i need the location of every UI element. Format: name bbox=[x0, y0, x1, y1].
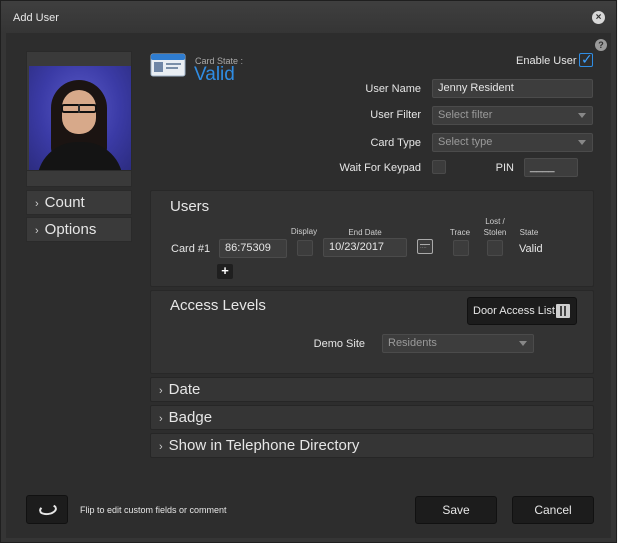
demo-site-label: Demo Site bbox=[313, 338, 365, 350]
section-label: Badge bbox=[168, 409, 213, 426]
user-name-input[interactable]: Jenny Resident bbox=[432, 79, 593, 98]
display-checkbox[interactable] bbox=[297, 240, 313, 256]
sidebar-item-label: Options bbox=[44, 221, 97, 238]
card-state-value: Valid bbox=[194, 64, 235, 85]
flip-rotate-icon bbox=[38, 502, 58, 517]
section-label: Date bbox=[168, 381, 201, 398]
flip-card-button[interactable] bbox=[26, 495, 68, 524]
user-name-label: User Name bbox=[365, 83, 421, 95]
flip-hint-text: Flip to edit custom fields or comment bbox=[80, 505, 227, 515]
card-state-cell: Valid bbox=[519, 243, 543, 255]
demo-site-value: Residents bbox=[388, 337, 437, 349]
door-access-list-label: Door Access List bbox=[473, 305, 555, 317]
trace-checkbox[interactable] bbox=[453, 240, 469, 256]
sidebar-item-count[interactable]: › Count bbox=[26, 190, 132, 215]
close-icon[interactable]: × bbox=[592, 11, 605, 24]
card-number-input[interactable]: 86:75309 bbox=[219, 239, 287, 258]
chevron-right-icon: › bbox=[159, 385, 163, 397]
access-levels-title: Access Levels bbox=[170, 297, 266, 314]
photo-footer bbox=[26, 171, 132, 187]
users-panel-title: Users bbox=[170, 198, 210, 215]
access-levels-panel: Access Levels Door Access List Demo Site… bbox=[150, 290, 594, 374]
cancel-button[interactable]: Cancel bbox=[512, 496, 594, 524]
end-date-column-header: End Date bbox=[348, 228, 382, 237]
user-filter-select[interactable]: Select filter bbox=[432, 106, 593, 125]
lost-stolen-column-header: Lost / Stolen bbox=[483, 217, 507, 237]
chevron-right-icon: › bbox=[35, 198, 39, 210]
door-access-list-button[interactable]: Door Access List bbox=[467, 297, 577, 325]
users-panel: Users Display End Date Trace Lost / Stol… bbox=[150, 190, 594, 287]
dropdown-arrow-icon bbox=[519, 341, 527, 346]
help-icon[interactable]: ? bbox=[595, 39, 607, 51]
demo-site-select[interactable]: Residents bbox=[382, 334, 534, 353]
sidebar-item-label: Count bbox=[44, 194, 85, 211]
calendar-icon[interactable] bbox=[417, 239, 433, 254]
card-type-value: Select type bbox=[438, 136, 493, 148]
save-button[interactable]: Save bbox=[415, 496, 497, 524]
pin-input[interactable]: ____ bbox=[524, 158, 578, 177]
chevron-right-icon: › bbox=[159, 441, 163, 453]
section-label: Show in Telephone Directory bbox=[168, 437, 360, 454]
window-title: Add User bbox=[13, 12, 59, 24]
lost-stolen-checkbox[interactable] bbox=[487, 240, 503, 256]
id-card-icon bbox=[150, 53, 186, 77]
user-photo-frame bbox=[26, 51, 132, 171]
section-badge[interactable]: › Badge bbox=[150, 405, 594, 430]
enable-user-checkbox[interactable]: ✓ bbox=[579, 51, 593, 67]
add-user-window: Add User × › Count › Options Card State … bbox=[0, 0, 617, 543]
dropdown-arrow-icon bbox=[578, 140, 586, 145]
chevron-right-icon: › bbox=[35, 225, 39, 237]
user-photo[interactable] bbox=[29, 66, 131, 170]
card-type-select[interactable]: Select type bbox=[432, 133, 593, 152]
user-filter-value: Select filter bbox=[438, 109, 493, 121]
end-date-input[interactable]: 10/23/2017 bbox=[323, 238, 407, 257]
trace-column-header: Trace bbox=[449, 228, 471, 237]
door-icon bbox=[556, 304, 570, 318]
add-card-button[interactable]: + bbox=[217, 264, 233, 279]
wait-for-keypad-label: Wait For Keypad bbox=[339, 162, 421, 174]
card-type-label: Card Type bbox=[370, 137, 421, 149]
dropdown-arrow-icon bbox=[578, 113, 586, 118]
title-bar: Add User × bbox=[1, 1, 616, 33]
display-column-header: Display bbox=[290, 227, 318, 236]
checkmark-icon: ✓ bbox=[581, 51, 593, 67]
pin-label: PIN bbox=[495, 162, 514, 174]
chevron-right-icon: › bbox=[159, 413, 163, 425]
dialog-content: › Count › Options Card State : Valid ? Ena… bbox=[6, 33, 611, 538]
card-number-label: Card #1 bbox=[171, 243, 211, 255]
user-filter-label: User Filter bbox=[370, 109, 421, 121]
section-telephone-directory[interactable]: › Show in Telephone Directory bbox=[150, 433, 594, 458]
wait-for-keypad-checkbox[interactable] bbox=[432, 160, 446, 174]
state-column-header: State bbox=[519, 228, 539, 237]
section-date[interactable]: › Date bbox=[150, 377, 594, 402]
enable-user-label: Enable User bbox=[516, 55, 577, 67]
sidebar-item-options[interactable]: › Options bbox=[26, 217, 132, 242]
